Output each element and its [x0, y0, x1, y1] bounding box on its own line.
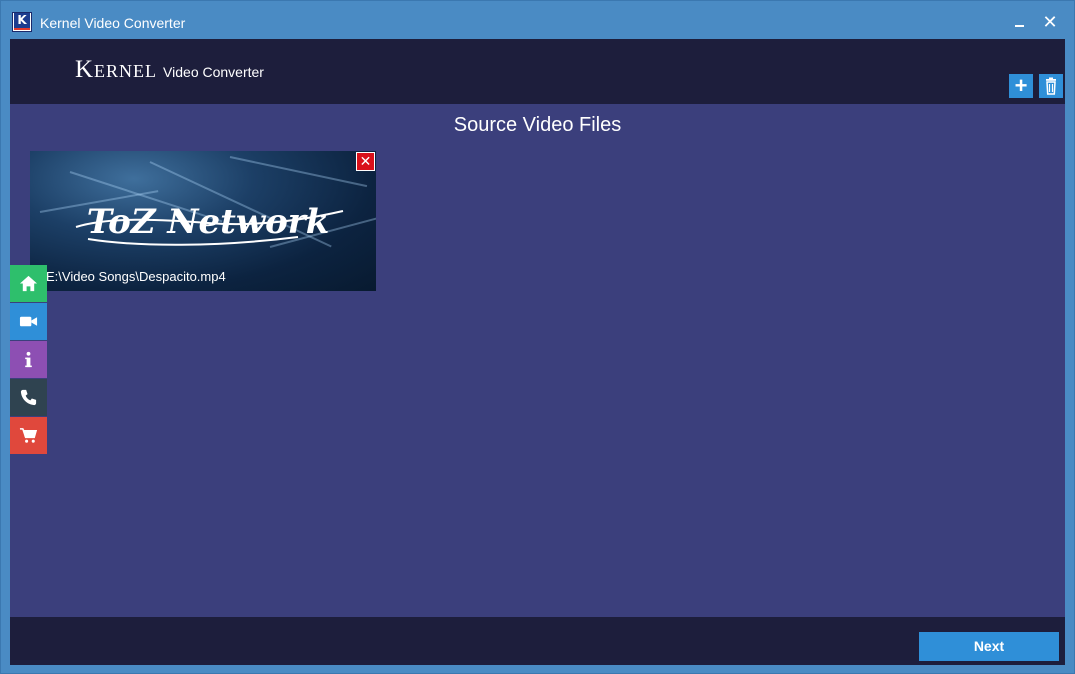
title-bar[interactable]: K Kernel Video Converter ✕ — [1, 1, 1074, 39]
close-icon: ✕ — [1042, 12, 1058, 32]
brand-name: Kernel — [75, 56, 158, 83]
app-header: Kernel Video Converter + — [10, 39, 1065, 104]
info-button[interactable] — [10, 341, 47, 378]
next-button[interactable]: Next — [919, 632, 1059, 661]
plus-icon: + — [1014, 73, 1028, 98]
brand-product: Video Converter — [163, 64, 264, 80]
video-button[interactable] — [10, 303, 47, 340]
contact-button[interactable] — [10, 379, 47, 416]
home-button[interactable] — [10, 265, 47, 302]
video-thumbnail-logo: ToZ Network — [75, 202, 344, 246]
buy-button[interactable] — [10, 417, 47, 454]
minimize-icon — [1015, 25, 1024, 27]
brand-logo: Kernel Video Converter — [75, 56, 264, 84]
trash-icon — [1046, 77, 1056, 95]
close-button[interactable]: ✕ — [1039, 11, 1061, 33]
footer-bar: Next — [10, 617, 1065, 665]
app-logo-icon: K — [12, 12, 32, 32]
phone-icon — [20, 389, 37, 406]
remove-x-icon: ✕ — [359, 153, 372, 169]
side-toolbar — [10, 265, 47, 455]
file-path: E:\Video Songs\Despacito.mp4 — [46, 269, 226, 284]
section-title: Source Video Files — [453, 114, 622, 136]
cart-icon — [19, 428, 38, 443]
source-files-panel: Source Video Files ToZ Network E:\Video … — [10, 104, 1065, 617]
video-file-card[interactable]: ToZ Network E:\Video Songs\Despacito.mp4… — [30, 151, 376, 291]
video-camera-icon — [19, 316, 38, 327]
app-window: K Kernel Video Converter ✕ Kernel Video C… — [0, 0, 1075, 674]
delete-files-button[interactable] — [1039, 74, 1063, 98]
add-file-button[interactable]: + — [1009, 74, 1033, 98]
minimize-button[interactable] — [1009, 11, 1031, 33]
window-title: Kernel Video Converter — [40, 15, 186, 31]
thumbnail-text: ToZ Network — [87, 202, 330, 242]
home-icon — [19, 275, 38, 292]
remove-file-button[interactable]: ✕ — [356, 152, 375, 171]
info-icon — [25, 351, 32, 368]
